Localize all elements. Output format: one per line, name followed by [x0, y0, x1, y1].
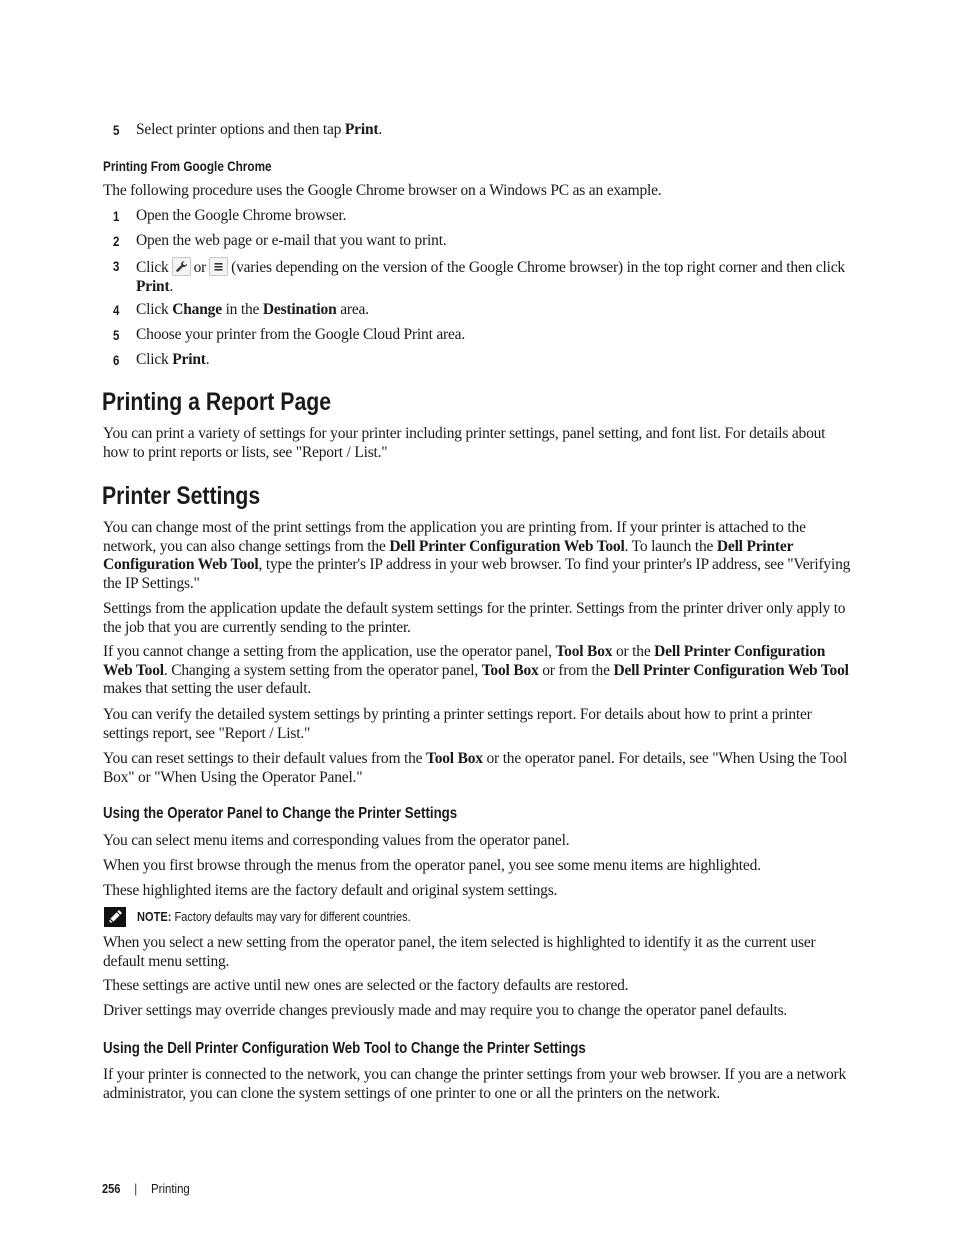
operator-panel-paragraph: These highlighted items are the factory … — [103, 882, 558, 899]
printer-settings-paragraph: Settings from the application update the… — [103, 600, 846, 636]
printer-settings-paragraph: If you cannot change a setting from the … — [103, 643, 853, 699]
bold-term: Dell Printer Configuration Web Tool — [389, 537, 625, 555]
bold-term: Tool Box — [481, 661, 539, 679]
step-bold-term: Destination — [262, 301, 337, 318]
text-part: or from the — [538, 661, 614, 679]
operator-panel-paragraph: Driver settings may override changes pre… — [103, 1002, 788, 1019]
note-body: Factory defaults may vary for different … — [171, 909, 411, 924]
step-text-part: Click — [136, 351, 173, 368]
step-number: 3 — [113, 258, 120, 274]
step-text: Click Print. — [136, 351, 861, 370]
step-text: Open the web page or e-mail that you wan… — [136, 232, 447, 249]
section-heading-report: Printing a Report Page — [102, 388, 332, 416]
note-label: NOTE: — [137, 909, 172, 924]
step-text: Choose your printer from the Google Clou… — [136, 326, 466, 343]
text-part: . Changing a system setting from the ope… — [163, 661, 482, 679]
text-part: You can reset settings to their default … — [103, 750, 426, 767]
step-number: 6 — [113, 352, 120, 368]
step-text-part: or — [193, 259, 207, 276]
operator-panel-paragraph: These settings are active until new ones… — [103, 977, 629, 994]
operator-panel-paragraph: When you select a new setting from the o… — [103, 934, 816, 970]
operator-panel-paragraph: When you first browse through the menus … — [103, 857, 761, 874]
step-text: Click or (varies depending on the version … — [136, 257, 861, 296]
step-text: Click Change in the Destination area. — [136, 301, 861, 320]
chrome-intro: The following procedure uses the Google … — [103, 182, 662, 199]
step-text-part: in the — [221, 301, 263, 318]
text-part: makes that setting the user default. — [103, 680, 312, 698]
step-bold-term: Print — [344, 121, 379, 138]
bold-term: Tool Box — [555, 643, 613, 660]
section-heading-printer-settings: Printer Settings — [102, 482, 261, 510]
document-page: 5 Select printer options and then tap Pr… — [0, 0, 954, 1235]
printer-settings-paragraph: You can change most of the print setting… — [103, 519, 853, 593]
footer-separator: | — [134, 1181, 138, 1196]
text-part: . To launch the — [624, 537, 717, 555]
bold-term: Dell Printer Configuration Web Tool — [613, 661, 849, 679]
section-heading-chrome: Printing From Google Chrome — [103, 158, 272, 174]
step-number: 5 — [113, 122, 120, 138]
note-text: NOTE: Factory defaults may vary for diff… — [137, 909, 411, 924]
step-text-part: Click — [136, 259, 169, 276]
step-number: 5 — [113, 327, 120, 343]
page-number: 256 — [102, 1181, 121, 1196]
bold-term: Tool Box — [425, 750, 483, 767]
step-number: 2 — [113, 233, 120, 249]
section-heading-operator-panel: Using the Operator Panel to Change the P… — [103, 805, 458, 822]
footer-section-name: Printing — [151, 1181, 190, 1196]
step-text-part: (varies depending on the version of the … — [231, 259, 845, 276]
step-number: 4 — [113, 302, 120, 318]
operator-panel-paragraph: You can select menu items and correspond… — [103, 832, 570, 849]
text-part: If you cannot change a setting from the … — [103, 643, 556, 660]
step-text-part: . — [378, 121, 383, 138]
step-text-part: . — [205, 351, 210, 368]
web-tool-paragraph: If your printer is connected to the netw… — [103, 1066, 847, 1102]
step-number: 1 — [113, 208, 120, 224]
step-text-part: Select printer options and then tap — [136, 121, 345, 138]
report-body: You can print a variety of settings for … — [103, 425, 826, 461]
printer-settings-paragraph: You can verify the detailed system setti… — [103, 706, 812, 742]
step-text-part: area. — [336, 301, 369, 318]
printer-settings-paragraph: You can reset settings to their default … — [103, 750, 853, 787]
text-part: or the — [612, 643, 655, 660]
section-heading-web-tool: Using the Dell Printer Configuration Web… — [103, 1040, 586, 1057]
step-text-part: . — [169, 277, 174, 295]
wrench-icon — [171, 257, 191, 276]
step-text-part: Click — [136, 301, 173, 318]
step-text: Select printer options and then tap Prin… — [136, 121, 861, 140]
step-bold-term: Change — [172, 301, 222, 318]
step-bold-term: Print — [136, 277, 170, 295]
step-bold-term: Print — [172, 351, 206, 368]
note-pencil-icon — [104, 907, 126, 932]
menu-icon — [209, 257, 229, 276]
step-text: Open the Google Chrome browser. — [136, 207, 347, 224]
